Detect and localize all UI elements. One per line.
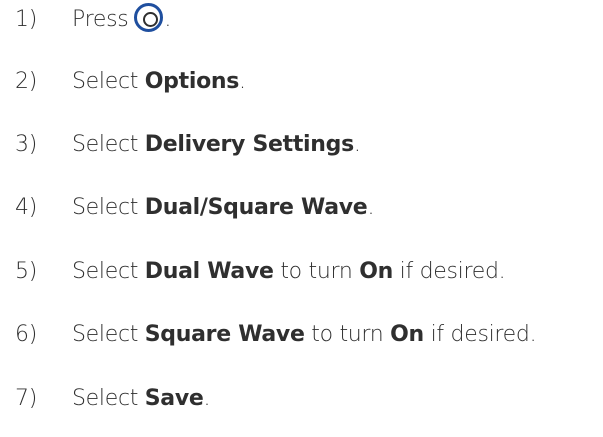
step-number: 3) (15, 132, 37, 157)
step-2: 2) Select Options. (15, 66, 246, 98)
step-1: 1) Press. (15, 3, 171, 35)
step-text-segment: Select (72, 132, 145, 157)
step-3: 3) Select Delivery Settings. (15, 129, 361, 161)
step-number: 1) (15, 7, 37, 32)
step-bold-term: Dual Wave (144, 259, 274, 284)
step-number: 7) (15, 386, 37, 411)
step-text-segment: if desired. (423, 322, 537, 347)
step-number: 6) (15, 322, 37, 347)
step-text-segment: . (367, 195, 375, 220)
step-text-segment: . (164, 7, 172, 32)
step-text: Select Options. (72, 69, 246, 94)
step-text-segment: Select (72, 322, 145, 347)
step-bold-term: On (390, 322, 424, 347)
select-button-icon (134, 3, 164, 32)
step-text: Press. (72, 3, 172, 32)
step-text-segment: to turn (273, 259, 360, 284)
step-text-segment: . (239, 69, 246, 94)
step-bold-term: On (359, 259, 393, 284)
step-number: 4) (15, 195, 37, 220)
step-4: 4) Select Dual/Square Wave. (15, 192, 374, 224)
step-text: Select Delivery Settings. (72, 132, 361, 157)
step-text-segment: to turn (304, 322, 391, 347)
step-text-segment: if desired. (392, 259, 506, 284)
step-5: 5) Select Dual Wave to turn On if desired… (15, 256, 506, 288)
step-text-segment: . (203, 386, 211, 411)
step-text: Select Save. (72, 386, 211, 411)
step-bold-term: Square Wave (144, 322, 305, 347)
step-text: Select Square Wave to turn On if desired… (72, 322, 537, 347)
step-text: Select Dual/Square Wave. (72, 195, 374, 220)
step-bold-term: Delivery Settings (144, 132, 354, 157)
step-bold-term: Dual/Square Wave (144, 195, 368, 220)
step-text: Select Dual Wave to turn On if desired. (72, 259, 506, 284)
step-7: 7) Select Save. (15, 383, 211, 415)
step-text-segment: Select (72, 69, 145, 94)
step-6: 6) Select Square Wave to turn On if desir… (15, 319, 537, 351)
step-bold-term: Save (144, 386, 204, 411)
step-bold-term: Options (144, 69, 240, 94)
instruction-steps: 1) Press. 2) Select Options. 3) Select Deli… (0, 0, 603, 437)
step-number: 5) (15, 259, 37, 284)
step-text-segment: Select (72, 259, 145, 284)
step-text-segment: Select (72, 195, 145, 220)
step-text-segment: Select (72, 386, 145, 411)
step-text-segment: . (353, 132, 361, 157)
step-number: 2) (15, 69, 37, 94)
step-text-segment: Press (72, 7, 129, 32)
